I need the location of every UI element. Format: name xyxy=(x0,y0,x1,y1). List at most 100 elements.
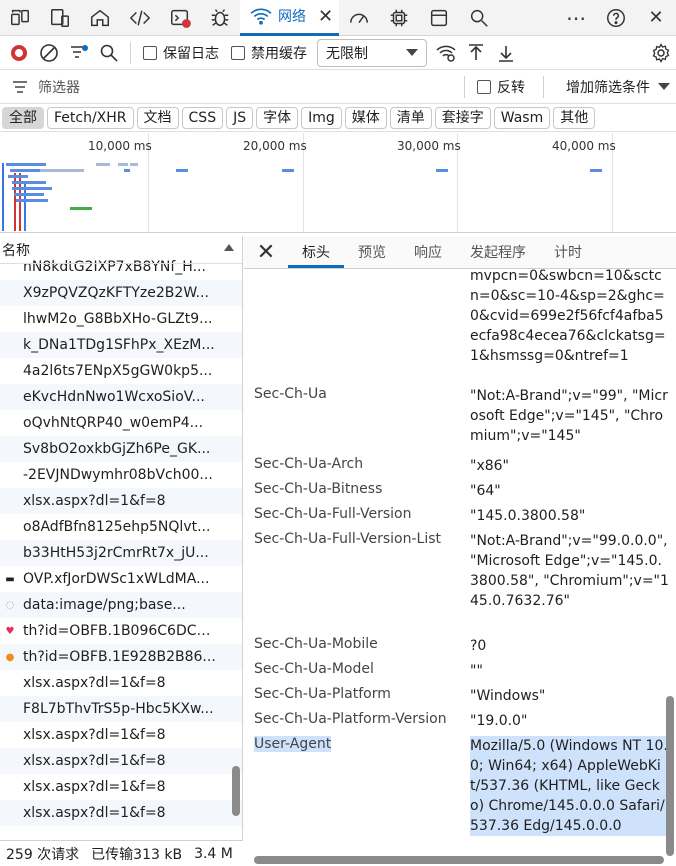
table-row[interactable]: eKvcHdnNwo1WcxoSioV... xyxy=(0,384,242,410)
preserve-log-checkbox[interactable]: 保留日志 xyxy=(143,43,219,63)
filter-input[interactable]: 筛选器 xyxy=(4,73,464,101)
filter-chip[interactable]: 其他 xyxy=(553,106,596,129)
throttle-select[interactable]: 无限制 xyxy=(317,38,427,67)
table-row[interactable]: xlsx.aspx?dl=1&f=8 xyxy=(0,774,242,800)
network-conditions-button[interactable] xyxy=(431,38,461,68)
memory-icon[interactable] xyxy=(379,0,419,36)
table-row[interactable]: ♥ th?id=OBFB.1B096C6DCB... xyxy=(0,618,242,644)
help-icon[interactable] xyxy=(596,0,636,36)
details-tab[interactable]: 标头 xyxy=(288,236,344,268)
filter-chip[interactable]: 文档 xyxy=(136,106,179,129)
export-har-button[interactable] xyxy=(491,38,521,68)
request-name: -2EVJNDwymhr08bVch00... xyxy=(23,467,213,483)
table-row[interactable]: xlsx.aspx?dl=1&f=8 xyxy=(0,748,242,774)
filter-toggle-button[interactable] xyxy=(64,38,94,68)
elements-icon[interactable] xyxy=(120,0,160,36)
network-overview[interactable]: 10,000 ms 20,000 ms 30,000 ms 40,000 ms xyxy=(0,133,676,233)
search-button[interactable] xyxy=(94,38,124,68)
table-row[interactable]: lhwM2o_G8BbXHo-GLZt9... xyxy=(0,306,242,332)
table-row[interactable]: o8AdfBfn8125ehp5NQlvt... xyxy=(0,514,242,540)
request-name: Sv8bO2oxkbGjZh6Pe_GK... xyxy=(23,441,211,457)
table-row[interactable]: F8L7bThvTrS5p-Hbc5KXw... xyxy=(0,696,242,722)
filter-chip[interactable]: 清单 xyxy=(389,106,432,129)
header-value[interactable]: "145.0.3800.58" xyxy=(470,506,670,526)
details-tab[interactable]: 发起程序 xyxy=(456,236,540,268)
more-tools-icon[interactable]: ⋯ xyxy=(556,0,596,36)
table-row[interactable]: k_DNa1TDg1SFhPx_XEzM... xyxy=(0,332,242,358)
network-settings-button[interactable] xyxy=(646,38,676,68)
header-name: Sec-Ch-Ua xyxy=(254,386,327,402)
header-value[interactable]: ?0 xyxy=(470,636,670,656)
table-row[interactable]: ◌ data:image/png;base... xyxy=(0,592,242,618)
request-name: th?id=OBFB.1E928B2B86... xyxy=(23,649,216,665)
header-value[interactable]: "64" xyxy=(470,481,670,501)
devtools-tab-bar: 网络 ✕ ⋯ ✕ xyxy=(0,0,676,36)
table-row[interactable]: xlsx.aspx?dl=1&f=8 xyxy=(0,488,242,514)
request-bar xyxy=(14,193,44,196)
request-bar xyxy=(10,169,40,172)
record-button[interactable] xyxy=(4,38,34,68)
application-icon[interactable] xyxy=(419,0,459,36)
filter-chip[interactable]: 套接字 xyxy=(434,106,491,129)
header-value[interactable]: "Not:A-Brand";v="99.0.0.0", "Microsoft E… xyxy=(470,531,670,611)
scrollbar[interactable] xyxy=(232,766,240,816)
details-tab[interactable]: 计时 xyxy=(540,236,596,268)
header-value[interactable]: "Windows" xyxy=(470,686,670,706)
close-devtools-icon[interactable]: ✕ xyxy=(636,0,676,36)
home-icon[interactable] xyxy=(80,0,120,36)
header-value[interactable]: mvpcn=0&swbcn=10&sctcn=0&sc=10-4&sp=2&gh… xyxy=(470,266,670,366)
filter-chip[interactable]: 全部 xyxy=(2,106,44,129)
table-row[interactable]: ▬ OVP.xfJorDWSc1xWLdMA... xyxy=(0,566,242,592)
overview-tick: 30,000 ms xyxy=(397,139,461,153)
filter-chip[interactable]: JS xyxy=(226,106,254,129)
header-value[interactable]: "Not:A-Brand";v="99", "Microsoft Edge";v… xyxy=(470,386,670,446)
details-tab[interactable]: 响应 xyxy=(400,236,456,268)
table-row[interactable]: xlsx.aspx?dl=1&f=8 xyxy=(0,670,242,696)
console-icon[interactable] xyxy=(160,0,200,36)
request-details-panel: ✕ 标头 预览 响应 发起程序 计时 mvpcn=0&swbcn=10&sctcn=0&… xyxy=(244,236,676,866)
tab-network[interactable]: 网络 ✕ xyxy=(240,0,340,36)
horizontal-scrollbar[interactable] xyxy=(254,856,664,864)
table-row[interactable]: xlsx.aspx?dl=1&f=8 xyxy=(0,722,242,748)
table-row[interactable]: X9zPQVZQzKFTYze2B2W... xyxy=(0,280,242,306)
table-row[interactable]: oQvhNtQRP40_w0emP4... xyxy=(0,410,242,436)
filter-chip[interactable]: 媒体 xyxy=(344,106,387,129)
blank-icon xyxy=(4,365,16,377)
more-filters-dropdown[interactable]: 增加筛选条件 xyxy=(566,77,670,97)
table-row[interactable]: Sv8bO2oxkbGjZh6Pe_GK... xyxy=(0,436,242,462)
clear-button[interactable] xyxy=(34,38,64,68)
blank-icon xyxy=(4,781,16,793)
request-bar xyxy=(16,199,48,202)
table-row[interactable]: -2EVJNDwymhr08bVch00... xyxy=(0,462,242,488)
import-har-button[interactable] xyxy=(461,38,491,68)
filter-chip[interactable]: Img xyxy=(301,106,342,129)
table-row[interactable]: b33HtH53j2rCmrRt7x_jU... xyxy=(0,540,242,566)
device-emulation-icon[interactable] xyxy=(40,0,80,36)
table-row[interactable]: xlsx.aspx?dl=1&f=8 xyxy=(0,800,242,826)
filter-chip[interactable]: Fetch/XHR xyxy=(47,106,134,129)
resource-type-filters: 全部 Fetch/XHR 文档 CSS JS 字体 Img 媒体 清单 套接字 Wasm 其他 xyxy=(0,104,676,132)
details-tab[interactable]: 预览 xyxy=(344,236,400,268)
performance-icon[interactable] xyxy=(339,0,379,36)
disable-cache-checkbox[interactable]: 禁用缓存 xyxy=(231,43,307,63)
header-value[interactable]: "x86" xyxy=(470,456,670,476)
blank-icon xyxy=(4,547,16,559)
filter-chip[interactable]: Wasm xyxy=(493,106,551,129)
header-value[interactable]: "" xyxy=(470,661,670,681)
table-row[interactable]: 4a2l6ts7ENpX5gGW0kp5... xyxy=(0,358,242,384)
header-value[interactable]: Mozilla/5.0 (Windows NT 10.0; Win64; x64… xyxy=(470,736,670,836)
table-row[interactable]: ● th?id=OBFB.1E928B2B86... xyxy=(0,644,242,670)
close-icon[interactable]: ✕ xyxy=(318,6,333,27)
face-icon: ● xyxy=(5,651,15,663)
close-details-icon[interactable]: ✕ xyxy=(244,236,288,268)
name-column-header[interactable]: 名称 xyxy=(0,236,242,264)
network-status-bar: 259 次请求 已传输313 kB 3.4 M xyxy=(0,840,243,866)
invert-checkbox[interactable]: 反转 xyxy=(477,77,525,97)
filter-chip[interactable]: 字体 xyxy=(256,106,299,129)
filter-chip[interactable]: CSS xyxy=(181,106,224,129)
screencast-icon[interactable] xyxy=(0,0,40,36)
scrollbar[interactable] xyxy=(666,696,674,856)
header-value[interactable]: "19.0.0" xyxy=(470,711,670,731)
search-icon[interactable] xyxy=(459,0,499,36)
bug-icon[interactable] xyxy=(200,0,240,36)
